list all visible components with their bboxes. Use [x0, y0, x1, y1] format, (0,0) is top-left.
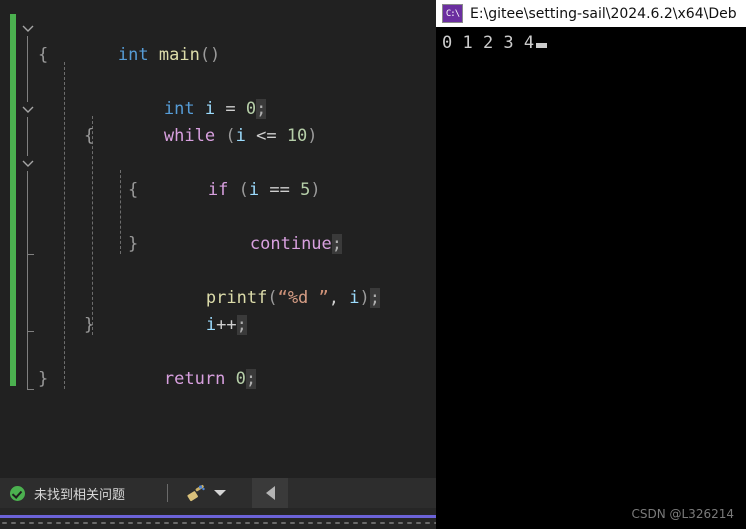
- code-line-9: }: [0, 231, 436, 258]
- watermark: CSDN @L326214: [631, 507, 734, 521]
- token-close-brace: }: [84, 315, 95, 335]
- token-open-brace: {: [128, 180, 139, 200]
- token-open-brace: {: [38, 45, 49, 65]
- navigate-back-button[interactable]: [252, 478, 289, 508]
- code-line-8: continue;: [0, 204, 436, 254]
- code-line-4: while (i <= 10): [0, 96, 436, 146]
- check-circle-icon: [10, 485, 25, 501]
- code-line-5: {: [0, 123, 436, 150]
- console-title-bar[interactable]: C:\ E:\gitee\setting-sail\2024.6.2\x64\D…: [436, 0, 746, 27]
- token-open-brace: {: [84, 126, 95, 146]
- token-close-brace: }: [38, 369, 49, 389]
- code-line-6: if (i == 5): [0, 150, 436, 200]
- code-line-11: i++;: [0, 285, 436, 335]
- console-app-icon: C:\: [442, 4, 463, 23]
- dotted-row: [0, 521, 436, 525]
- code-line-3: int i = 0;: [0, 69, 436, 119]
- bottom-strip: [0, 508, 436, 529]
- code-line-10: printf(“%d ”, i);: [0, 258, 436, 308]
- chevron-left-icon: [265, 486, 275, 500]
- code-area[interactable]: int main() { int i = 0; while (i <= 10) …: [0, 0, 436, 478]
- block-cursor: [536, 43, 548, 48]
- code-line-7: {: [0, 177, 436, 204]
- accent-rule: [0, 515, 436, 518]
- code-line-13: return 0;: [0, 339, 436, 389]
- code-line-14: }: [0, 366, 436, 393]
- chevron-down-icon[interactable]: [214, 490, 227, 496]
- console-title: E:\gitee\setting-sail\2024.6.2\x64\Deb: [470, 5, 737, 22]
- code-line-12: }: [0, 312, 436, 339]
- status-message: 未找到相关问题: [34, 487, 126, 503]
- broom-icon[interactable]: [186, 484, 206, 502]
- code-line-2: {: [0, 42, 436, 69]
- status-bar: 未找到相关问题: [0, 478, 436, 508]
- status-divider: [167, 484, 169, 502]
- code-editor-pane: int main() { int i = 0; while (i <= 10) …: [0, 0, 436, 529]
- console-output-area[interactable]: 0 1 2 3 4: [436, 27, 746, 529]
- console-output-text: 0 1 2 3 4: [442, 33, 535, 53]
- code-line-1: int main(): [0, 15, 436, 65]
- console-window[interactable]: C:\ E:\gitee\setting-sail\2024.6.2\x64\D…: [436, 0, 746, 529]
- token-close-brace: }: [128, 234, 139, 254]
